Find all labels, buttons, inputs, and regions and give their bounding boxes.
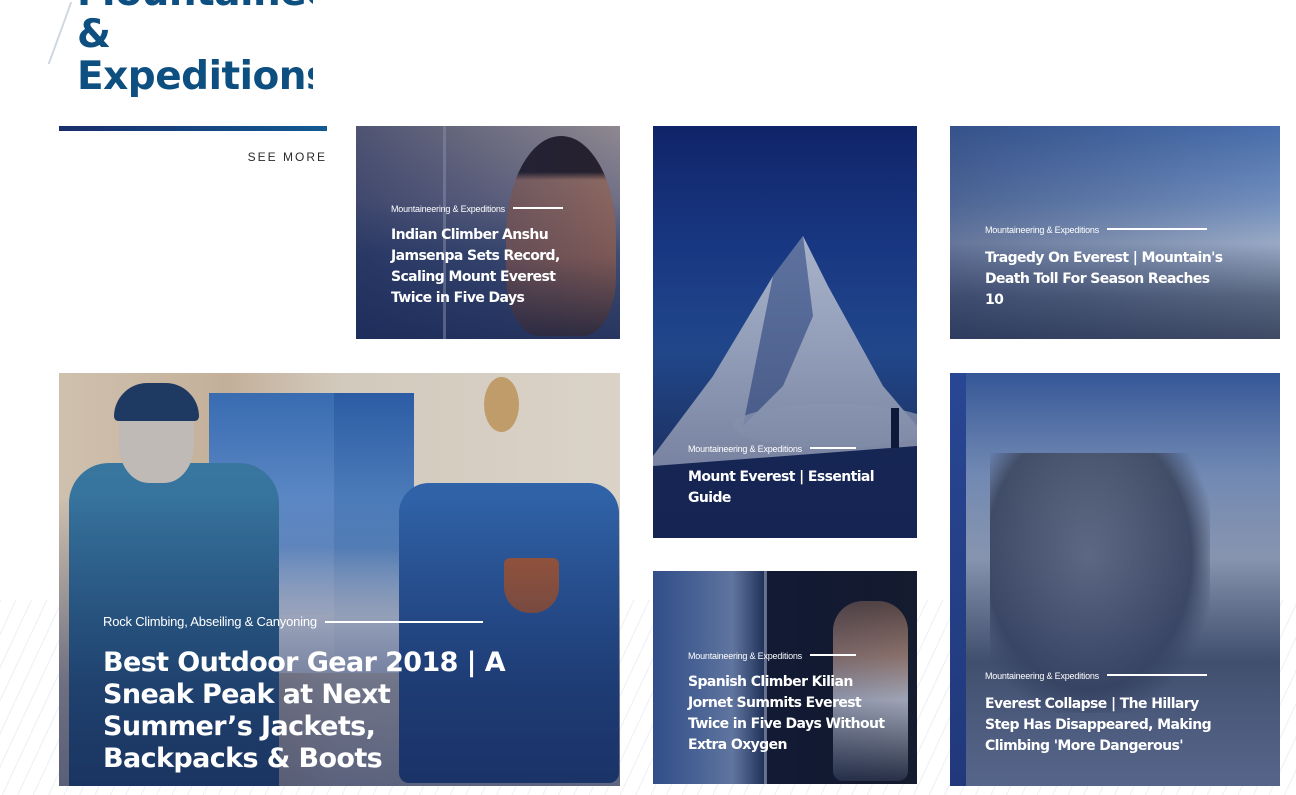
article-category[interactable]: Mountaineering & Expeditions	[985, 671, 1099, 681]
article-category[interactable]: Mountaineering & Expeditions	[985, 225, 1099, 235]
article-meta: Mountaineering & Expeditions Spanish Cli…	[688, 646, 888, 756]
article-meta: Mountaineering & Expeditions Tragedy On …	[985, 220, 1225, 311]
article-category[interactable]: Mountaineering & Expeditions	[391, 204, 505, 214]
article-meta: Rock Climbing, Abseiling & Canyoning Bes…	[103, 613, 523, 775]
see-more-link[interactable]: SEE MORE	[248, 150, 327, 164]
article-card-everest-guide[interactable]: Mountaineering & Expeditions Mount Evere…	[653, 126, 917, 538]
article-headline[interactable]: Tragedy On Everest | Mountain's Death To…	[985, 248, 1225, 311]
decorative-slash	[47, 2, 73, 64]
article-headline[interactable]: Mount Everest | Essential Guide	[688, 467, 888, 509]
article-card-hillary-step[interactable]: Mountaineering & Expeditions Everest Col…	[950, 373, 1280, 786]
article-card-kilian-jornet[interactable]: Mountaineering & Expeditions Spanish Cli…	[653, 571, 917, 784]
article-headline[interactable]: Indian Climber Anshu Jamsenpa Sets Recor…	[391, 225, 591, 309]
category-line	[324, 620, 483, 623]
article-meta: Mountaineering & Expeditions Everest Col…	[985, 666, 1225, 757]
section-title-line: &	[77, 12, 111, 57]
article-headline[interactable]: Best Outdoor Gear 2018 | A Sneak Peak at…	[103, 647, 523, 775]
category-line	[1106, 673, 1207, 676]
article-category[interactable]: Mountaineering & Expeditions	[688, 444, 802, 454]
category-line	[1106, 227, 1207, 230]
category-line	[809, 653, 856, 656]
category-line	[809, 446, 856, 449]
section-title: Mountaineering & Expeditions	[77, 0, 313, 112]
article-card-outdoor-gear[interactable]: Rock Climbing, Abseiling & Canyoning Bes…	[59, 373, 620, 786]
article-card-everest-tragedy[interactable]: Mountaineering & Expeditions Tragedy On …	[950, 126, 1280, 339]
article-meta: Mountaineering & Expeditions Mount Evere…	[688, 439, 888, 509]
article-headline[interactable]: Spanish Climber Kilian Jornet Summits Ev…	[688, 672, 888, 756]
section-title-line: Mountaineering	[77, 0, 313, 14]
section-title-line: Expeditions	[77, 54, 313, 99]
article-meta: Mountaineering & Expeditions Indian Clim…	[391, 199, 591, 309]
article-headline[interactable]: Everest Collapse | The Hillary Step Has …	[985, 694, 1225, 757]
section-divider	[59, 126, 327, 131]
section-header: Mountaineering & Expeditions SEE MORE	[47, 0, 327, 180]
category-line	[512, 206, 563, 209]
article-category[interactable]: Mountaineering & Expeditions	[688, 651, 802, 661]
article-card-anshu-jamsenpa[interactable]: Mountaineering & Expeditions Indian Clim…	[356, 126, 620, 339]
article-category[interactable]: Rock Climbing, Abseiling & Canyoning	[103, 614, 317, 629]
